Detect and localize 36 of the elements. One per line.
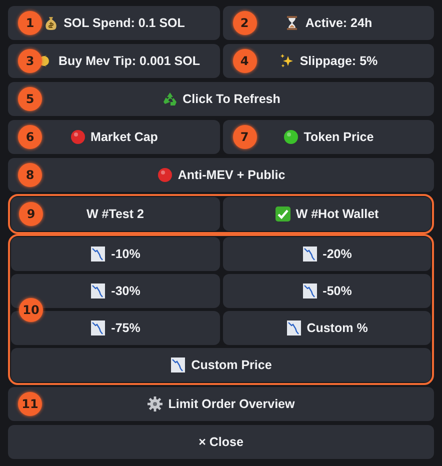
panel-button[interactable]: 7 Token Price <box>222 120 434 154</box>
panel-button[interactable]: 6 Market Cap <box>8 120 220 154</box>
chart-down-icon <box>90 246 106 262</box>
callout-marker: 8 <box>18 163 42 187</box>
panel-button[interactable]: 3 Buy Mev Tip: 0.001 SOL <box>8 44 220 78</box>
chart-down-icon <box>302 283 318 299</box>
panel-button[interactable]: Custom Price <box>11 348 431 382</box>
chart-down-icon <box>170 357 186 373</box>
money-bag-icon <box>42 15 59 31</box>
panel-button[interactable]: 5 Click To Refresh <box>8 82 434 116</box>
panel-button[interactable]: × Close <box>8 425 434 459</box>
panel-button[interactable]: 11 Limit Order Overview <box>8 387 434 421</box>
chart-down-icon <box>90 320 106 336</box>
callout-marker: 6 <box>18 125 42 149</box>
callout-marker: 1 <box>18 11 42 35</box>
callout-marker: 5 <box>18 87 42 111</box>
chart-down-icon <box>286 320 302 336</box>
chart-down-icon <box>90 283 106 299</box>
panel-button[interactable]: 8 Anti-MEV + Public <box>8 158 434 192</box>
gear-icon <box>147 396 164 412</box>
panel-button[interactable]: -10% <box>11 237 220 271</box>
callout-marker: 2 <box>232 11 256 35</box>
chart-down-icon <box>302 246 318 262</box>
recycle-icon <box>162 91 178 107</box>
panel-button[interactable]: -50% <box>222 274 431 308</box>
callout-marker: 11 <box>18 392 42 416</box>
panel-button[interactable]: 2 Active: 24h <box>222 6 434 40</box>
sparkles-icon <box>278 53 295 69</box>
wallet-button[interactable]: W #Hot Wallet <box>222 197 431 231</box>
callout-marker: 7 <box>232 125 256 149</box>
panel-button[interactable]: -20% <box>222 237 431 271</box>
callout-marker: 4 <box>232 49 256 73</box>
callout-marker: 3 <box>18 49 42 73</box>
panel-button[interactable]: 4 Slippage: 5% <box>222 44 434 78</box>
panel-button[interactable]: 1 SOL Spend: 0.1 SOL <box>8 6 220 40</box>
panel-button[interactable]: Custom % <box>222 311 431 345</box>
